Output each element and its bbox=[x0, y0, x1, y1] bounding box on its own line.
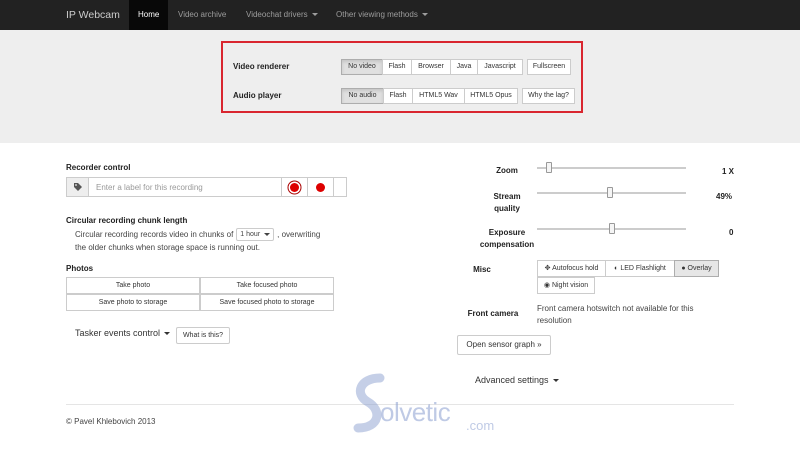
audio-option-no-audio[interactable]: No audio bbox=[341, 88, 384, 104]
chunk-length-title: Circular recording chunk length bbox=[66, 216, 188, 225]
chevron-down-icon bbox=[311, 13, 318, 17]
stream-quality-label-line1: Stream bbox=[493, 192, 521, 201]
autofocus-hold-button[interactable]: ✥ Autofocus hold bbox=[537, 260, 606, 277]
nav-video-archive[interactable]: Video archive bbox=[169, 0, 235, 30]
fullscreen-button[interactable]: Fullscreen bbox=[527, 59, 571, 75]
record-ring-icon bbox=[290, 182, 299, 192]
zoom-slider-handle[interactable] bbox=[545, 162, 552, 173]
stream-quality-value: 49% bbox=[716, 192, 733, 201]
chunk-text-before: Circular recording records video in chun… bbox=[75, 230, 234, 239]
navbar: IP Webcam Home Video archive Videochat d… bbox=[0, 0, 800, 30]
tag-icon bbox=[66, 177, 89, 197]
chunk-length-value: 1 hour bbox=[240, 231, 261, 239]
exposure-label-line2: compensation bbox=[479, 240, 535, 249]
exposure-label-line1: Exposure bbox=[488, 228, 526, 237]
led-flashlight-button[interactable]: ◐ LED Flashlight bbox=[605, 260, 675, 277]
chevron-down-icon bbox=[264, 233, 271, 237]
audio-option-html5-wav[interactable]: HTML5 Wav bbox=[412, 88, 465, 104]
stream-quality-label: Stream quality bbox=[462, 191, 552, 215]
watermark-text: olvetic bbox=[380, 397, 451, 427]
record-button[interactable] bbox=[281, 177, 308, 197]
tasker-events-label: Tasker events control bbox=[75, 328, 161, 338]
front-camera-text: Front camera hotswitch not available for… bbox=[537, 304, 694, 325]
chunk-text-after: , overwriting bbox=[277, 230, 321, 239]
led-flashlight-label: LED Flashlight bbox=[620, 265, 666, 272]
save-photo-button[interactable]: Save photo to storage bbox=[66, 294, 200, 311]
chevron-down-icon bbox=[421, 13, 428, 17]
front-camera-label: Front camera bbox=[467, 309, 519, 318]
watermark-suffix: .com bbox=[466, 418, 495, 433]
tasker-events-dropdown[interactable]: Tasker events control bbox=[75, 328, 171, 338]
exposure-slider-handle[interactable] bbox=[608, 223, 615, 234]
audio-player-label: Audio player bbox=[233, 91, 282, 100]
move-icon: ✥ bbox=[544, 265, 551, 272]
exposure-value: 0 bbox=[729, 228, 734, 237]
eye-icon: ◉ bbox=[543, 282, 550, 289]
record-dot-icon bbox=[316, 182, 325, 192]
exposure-label: Exposure compensation bbox=[462, 227, 552, 251]
tag-icon-svg bbox=[74, 183, 82, 191]
audio-option-html5-opus[interactable]: HTML5 Opus bbox=[464, 88, 518, 104]
take-focused-photo-button[interactable]: Take focused photo bbox=[200, 277, 334, 294]
nav-videochat-drivers-label: Videochat drivers bbox=[246, 10, 308, 19]
brand[interactable]: IP Webcam bbox=[66, 0, 120, 30]
video-option-no-video[interactable]: No video bbox=[341, 59, 383, 75]
nav-videochat-drivers[interactable]: Videochat drivers bbox=[237, 0, 327, 30]
night-vision-label: Night vision bbox=[551, 282, 589, 289]
recorder-control-title: Recorder control bbox=[66, 163, 131, 172]
night-vision-button[interactable]: ◉ Night vision bbox=[537, 277, 595, 294]
take-photo-button[interactable]: Take photo bbox=[66, 277, 200, 294]
exposure-slider[interactable] bbox=[537, 223, 686, 234]
video-option-java[interactable]: Java bbox=[450, 59, 478, 75]
stream-quality-label-line2: quality bbox=[494, 204, 520, 213]
nav-other-viewing[interactable]: Other viewing methods bbox=[327, 0, 437, 30]
zoom-value: 1 X bbox=[722, 167, 735, 176]
video-renderer-label: Video renderer bbox=[233, 62, 290, 71]
flashlight-icon: ◐ bbox=[614, 265, 619, 272]
footer-copyright: © Pavel Khlebovich 2013 bbox=[66, 417, 156, 426]
video-option-browser[interactable]: Browser bbox=[411, 59, 451, 75]
what-is-this-button[interactable]: What is this? bbox=[176, 327, 230, 344]
misc-label: Misc bbox=[473, 265, 491, 274]
autofocus-hold-label: Autofocus hold bbox=[552, 265, 599, 272]
save-focused-photo-button[interactable]: Save focused photo to storage bbox=[200, 294, 334, 311]
chunk-description-line2: the older chunks when storage space is r… bbox=[75, 243, 261, 252]
nav-home[interactable]: Home bbox=[129, 0, 169, 30]
record-now-button[interactable] bbox=[307, 177, 334, 197]
video-option-flash[interactable]: Flash bbox=[382, 59, 412, 75]
nav-other-viewing-label: Other viewing methods bbox=[336, 10, 418, 19]
overlay-button[interactable]: ● Overlay bbox=[674, 260, 719, 277]
info-icon: ● bbox=[681, 265, 686, 272]
chevron-down-icon bbox=[164, 332, 171, 336]
open-sensor-graph-button[interactable]: Open sensor graph » bbox=[457, 335, 551, 355]
photos-title: Photos bbox=[66, 264, 94, 273]
why-lag-button[interactable]: Why the lag? bbox=[522, 88, 575, 104]
stream-quality-slider-handle[interactable] bbox=[607, 187, 613, 198]
zoom-slider[interactable] bbox=[537, 162, 686, 173]
overlay-label: Overlay bbox=[687, 265, 712, 272]
video-option-javascript[interactable]: Javascript bbox=[477, 59, 523, 75]
audio-option-flash[interactable]: Flash bbox=[383, 88, 413, 104]
chevron-down-icon bbox=[552, 379, 559, 383]
stream-quality-slider[interactable] bbox=[537, 187, 686, 198]
